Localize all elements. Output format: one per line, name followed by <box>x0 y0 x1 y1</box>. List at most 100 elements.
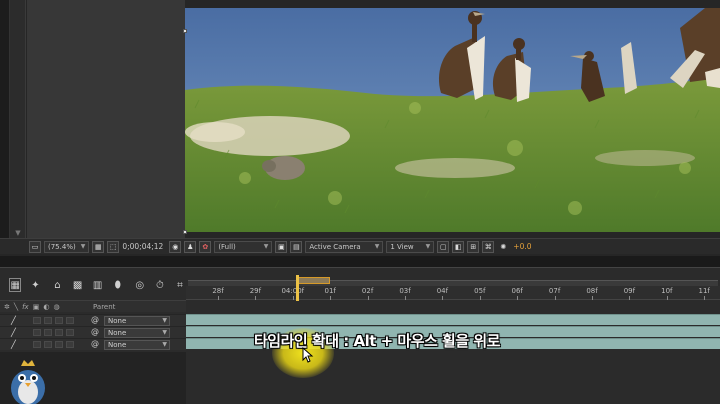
layer-handle[interactable] <box>183 29 187 33</box>
snapshot-icon[interactable]: ◉ <box>169 240 182 253</box>
layer-switch[interactable] <box>33 341 41 348</box>
layer-switch[interactable] <box>66 317 74 324</box>
graph-editor-icon[interactable]: ⌗ <box>174 278 186 292</box>
exposure-icon[interactable]: ✺ <box>497 241 509 253</box>
pixel-aspect-icon[interactable]: ▢ <box>437 240 450 253</box>
resolution-dropdown[interactable]: (Full) ▼ <box>214 240 273 253</box>
layer-switch[interactable] <box>66 329 74 336</box>
chevron-down-icon: ▼ <box>263 243 269 250</box>
ruler-tick-label: 28f <box>212 287 224 295</box>
footage-frame <box>185 8 720 232</box>
timeline-switches-toolbar: ▦ ✦ ⌂ ▩ ▥ ⬮ ◎ ⏱ ⌗ <box>0 276 186 294</box>
ruler-tick <box>629 296 631 300</box>
frame-blending-icon[interactable]: ▥ <box>92 278 104 292</box>
lock-switch-icon[interactable]: ╲ <box>14 303 18 311</box>
spiral-icon[interactable]: @ <box>91 315 99 324</box>
chevron-down-icon: ▼ <box>162 329 167 336</box>
parent-value: None <box>108 329 127 337</box>
motion-blur-switch-icon[interactable]: ◐ <box>43 303 49 311</box>
pen-icon: ╱ <box>11 316 16 325</box>
shy-layers-icon[interactable]: ▩ <box>72 278 84 292</box>
chevron-down-icon: ▼ <box>162 341 167 348</box>
channel-icon[interactable]: ✿ <box>199 240 212 253</box>
view-layout-value: 1 View <box>390 242 414 251</box>
composition-viewer[interactable] <box>185 8 720 232</box>
layer-switch[interactable] <box>44 329 52 336</box>
show-snapshot-icon[interactable]: ♟ <box>184 240 197 253</box>
parent-value: None <box>108 317 127 325</box>
live-update-icon[interactable]: ✦ <box>29 278 41 292</box>
fx-switch-icon[interactable]: fx <box>22 303 29 311</box>
project-panel <box>10 0 26 238</box>
ruler-tick-label: 09f <box>623 287 636 295</box>
timeline-icon[interactable]: ⊞ <box>467 240 480 253</box>
spiral-icon[interactable]: @ <box>91 327 99 336</box>
layer-switch[interactable] <box>55 317 63 324</box>
stopwatch-icon[interactable]: ⏱ <box>154 278 166 292</box>
magnify-icon[interactable]: ▭ <box>29 240 41 253</box>
left-panel-edge <box>0 0 10 238</box>
layer-row[interactable]: ╱ @ None ▼ <box>0 314 186 326</box>
exposure-value[interactable]: +0.0 <box>513 242 531 251</box>
chevron-down-icon: ▼ <box>374 243 380 250</box>
frame-blend-switch-icon[interactable]: ▣ <box>33 303 40 311</box>
grid-icon[interactable]: ▦ <box>92 240 105 253</box>
parent-dropdown[interactable]: None ▼ <box>104 328 170 338</box>
composition-panel: ▼ <box>0 0 720 268</box>
region-icon[interactable]: ⬚ <box>107 240 120 253</box>
panel-separator <box>0 256 720 268</box>
camera-dropdown[interactable]: Active Camera ▼ <box>305 240 384 253</box>
ruler-tick <box>405 296 406 300</box>
chevron-down-icon: ▼ <box>162 317 167 324</box>
ruler-tick-label: 03f <box>399 287 411 295</box>
transparency-grid-icon[interactable]: ▤ <box>290 240 303 253</box>
layer-switch[interactable] <box>33 329 41 336</box>
ruler-tick-label: 06f <box>511 287 523 295</box>
flowchart-icon[interactable]: ⌘ <box>482 240 495 253</box>
current-time-indicator[interactable] <box>296 275 299 301</box>
parent-dropdown[interactable]: None ▼ <box>104 316 170 326</box>
ruler-tick <box>666 296 668 300</box>
ruler-tick-label: 04f <box>436 287 449 295</box>
layer-switch[interactable] <box>66 341 74 348</box>
layer-columns-header: ✲ ╲ fx ▣ ◐ ◍ Parent <box>0 300 186 312</box>
magnification-value: (75.4%) <box>48 242 76 251</box>
layer-switch[interactable] <box>55 341 63 348</box>
layer-switch[interactable] <box>55 329 63 336</box>
ruler-tick <box>592 296 593 300</box>
layer-row[interactable]: ╱ @ None ▼ <box>0 338 186 350</box>
ruler-tick-label: 07f <box>548 287 561 295</box>
pen-icon: ╱ <box>11 328 16 337</box>
layer-switch[interactable] <box>44 341 52 348</box>
mouse-pointer-icon <box>302 347 314 363</box>
ruler-tick-label: 11f <box>698 287 710 295</box>
layer-handle[interactable] <box>183 230 187 234</box>
region-of-interest-icon[interactable]: ▣ <box>275 240 288 253</box>
scroll-down-icon[interactable]: ▼ <box>13 229 23 237</box>
solo-icon[interactable]: ✲ <box>4 303 10 311</box>
spiral-icon[interactable]: @ <box>91 339 99 348</box>
ruler-tick <box>517 296 519 300</box>
ruler-tick <box>330 296 332 300</box>
channel-logo-icon <box>11 360 45 404</box>
time-navigator[interactable] <box>298 277 330 284</box>
3d-switch-icon[interactable]: ◍ <box>53 303 59 311</box>
parent-dropdown[interactable]: None ▼ <box>104 340 170 350</box>
layer-duration-bar[interactable] <box>186 314 720 325</box>
layer-switch[interactable] <box>44 317 52 324</box>
motion-blur-icon[interactable]: ⬮ <box>112 278 124 292</box>
draft-3d-icon[interactable]: ⌂ <box>51 278 63 292</box>
brainstorm-icon[interactable]: ◎ <box>134 278 146 292</box>
ruler-tick-label: 01f <box>324 287 336 295</box>
ruler-tick <box>218 296 219 300</box>
magnification-dropdown[interactable]: (75.4%) ▼ <box>44 240 90 253</box>
composition-mini-flowchart-icon[interactable]: ▦ <box>9 278 22 292</box>
chevron-down-icon: ▼ <box>425 243 431 250</box>
fast-previews-icon[interactable]: ◧ <box>452 240 465 253</box>
layer-switch[interactable] <box>33 317 41 324</box>
time-ruler[interactable]: 28f 29f 04:00f 01f 02f 03f 04f 05f 06f 07f 08f 09f 1… <box>186 286 720 300</box>
tutorial-caption: 타임라인 확대 : Alt + 마우스 휠을 위로 <box>254 332 500 350</box>
current-time[interactable]: 0;00;04;12 <box>122 242 163 251</box>
view-layout-dropdown[interactable]: 1 View ▼ <box>386 240 435 253</box>
layer-row[interactable]: ╱ @ None ▼ <box>0 326 186 338</box>
